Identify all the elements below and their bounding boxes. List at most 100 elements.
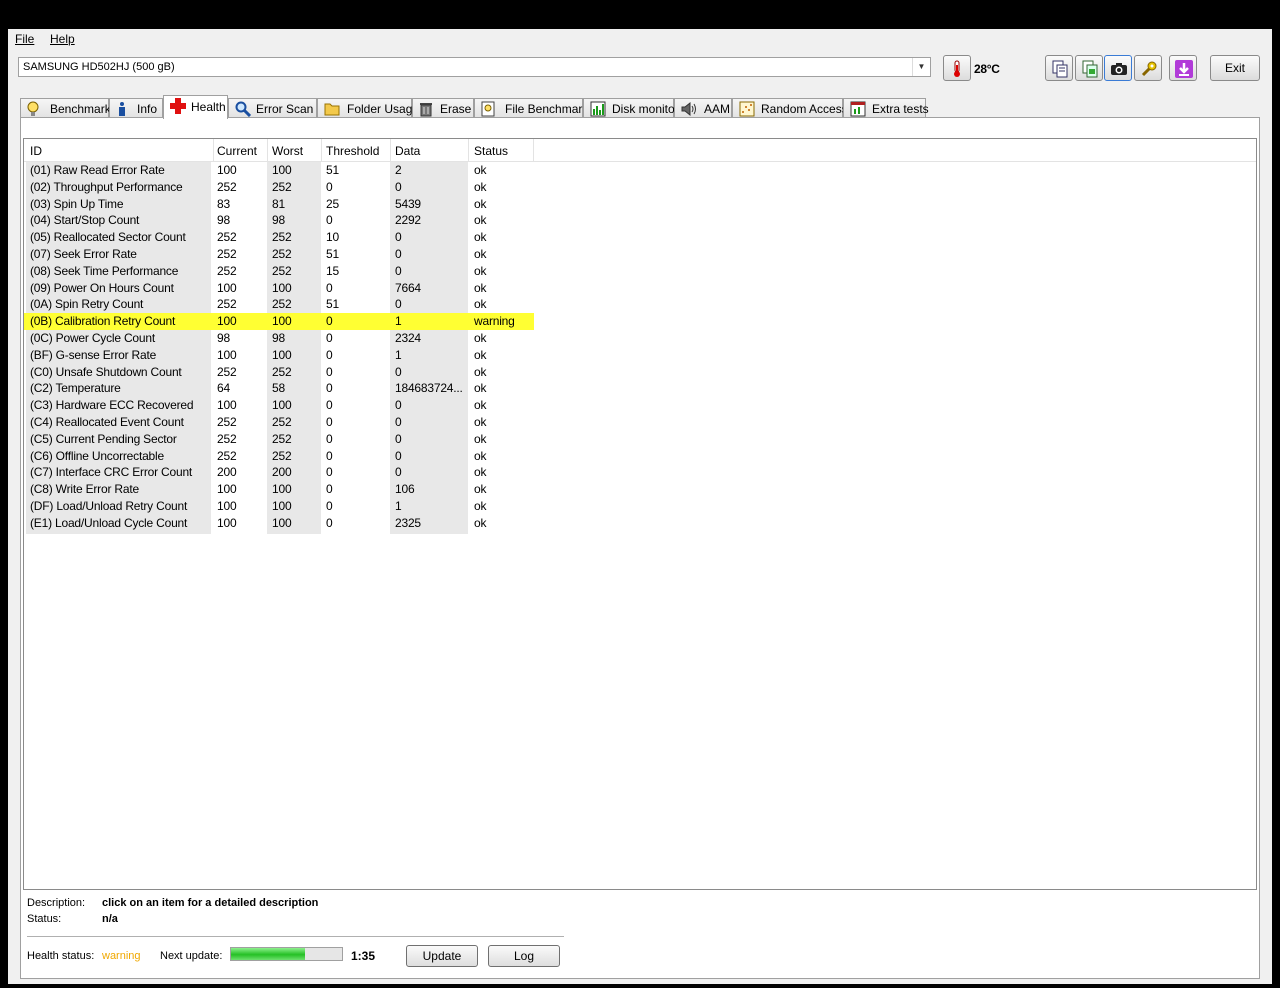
table-row[interactable]: (08) Seek Time Performance 252 252 15 0 ok [24, 263, 534, 280]
cell-current: 200 [217, 465, 237, 480]
table-row[interactable]: (BF) G-sense Error Rate 100 100 0 1 ok [24, 347, 534, 364]
copy-all-icon [1082, 60, 1098, 78]
temperature-readout: 28°C [974, 62, 1000, 76]
menu-file[interactable]: File [15, 32, 34, 46]
cell-threshold: 0 [326, 398, 333, 413]
trash-icon [420, 103, 432, 117]
cell-id: (E1) Load/Unload Cycle Count [30, 515, 188, 530]
column-header-threshold[interactable]: Threshold [326, 144, 379, 158]
table-row[interactable]: (0B) Calibration Retry Count 100 100 0 1 warn… [24, 313, 534, 330]
cell-current: 98 [217, 213, 230, 228]
lightbulb-icon [27, 101, 39, 116]
table-row[interactable]: (C4) Reallocated Event Count 252 252 0 0 ok [24, 414, 534, 431]
cell-status: ok [474, 515, 487, 530]
menu-help[interactable]: Help [50, 32, 75, 46]
cell-id: (C3) Hardware ECC Recovered [30, 398, 194, 413]
tab-benchmark[interactable]: Benchmark [20, 98, 111, 118]
cell-status: ok [474, 381, 487, 396]
info-icon [119, 102, 125, 116]
table-row[interactable]: (05) Reallocated Sector Count 252 252 10 0 ok [24, 229, 534, 246]
tab-folder-usage[interactable]: Folder Usage [317, 98, 419, 118]
table-row[interactable]: (DF) Load/Unload Retry Count 100 100 0 1 ok [24, 498, 534, 515]
options-button[interactable] [1134, 55, 1162, 81]
table-row[interactable]: (03) Spin Up Time 83 81 25 5439 ok [24, 196, 534, 213]
update-button[interactable]: Update [406, 945, 478, 967]
save-button[interactable] [1169, 55, 1197, 81]
table-row[interactable]: (C7) Interface CRC Error Count 200 200 0 0 ok [24, 464, 534, 481]
table-row[interactable]: (09) Power On Hours Count 100 100 0 7664 ok [24, 280, 534, 297]
app-window: File Help SAMSUNG HD502HJ (500 gB) ▼ 28°… [8, 29, 1272, 984]
copy-all-button[interactable] [1075, 55, 1103, 81]
tab-random-access[interactable]: Random Access [732, 98, 848, 118]
cell-current: 252 [217, 263, 237, 278]
table-row[interactable]: (0A) Spin Retry Count 252 252 51 0 ok [24, 296, 534, 313]
column-header-status[interactable]: Status [474, 144, 508, 158]
table-row[interactable]: (C6) Offline Uncorrectable 252 252 0 0 ok [24, 448, 534, 465]
tab-aam[interactable]: AAM [674, 98, 732, 118]
description-label: Description: [27, 897, 86, 909]
table-row[interactable]: (C0) Unsafe Shutdown Count 252 252 0 0 ok [24, 364, 534, 381]
folder-icon [324, 103, 340, 116]
tab-label: Error Scan [256, 102, 314, 116]
tab-erase[interactable]: Erase [412, 98, 474, 118]
exit-button[interactable]: Exit [1210, 55, 1260, 81]
cell-status: ok [474, 448, 487, 463]
magnifier-icon [235, 101, 251, 117]
column-header-worst[interactable]: Worst [272, 144, 303, 158]
column-separator [533, 139, 534, 161]
cell-worst: 100 [272, 314, 292, 329]
table-row[interactable]: (01) Raw Read Error Rate 100 100 51 2 ok [24, 162, 534, 179]
tab-disk-monitor[interactable]: Disk monitor [583, 98, 679, 118]
column-header-current[interactable]: Current [217, 144, 257, 158]
tab-extra-tests[interactable]: Extra tests [843, 98, 929, 118]
temperature-button[interactable] [943, 55, 971, 81]
cell-id: (03) Spin Up Time [30, 196, 124, 211]
cell-id: (04) Start/Stop Count [30, 213, 140, 228]
cell-data: 1 [395, 347, 402, 362]
cell-status: ok [474, 196, 487, 211]
drive-select-value: SAMSUNG HD502HJ (500 gB) [23, 61, 175, 73]
tab-label: Health [191, 100, 226, 114]
table-row[interactable]: (07) Seek Error Rate 252 252 51 0 ok [24, 246, 534, 263]
log-button[interactable]: Log [488, 945, 560, 967]
cell-id: (0C) Power Cycle Count [30, 330, 155, 345]
cell-status: ok [474, 246, 487, 261]
random-access-icon [739, 101, 755, 117]
tab-health[interactable]: Health [163, 95, 228, 119]
column-header-id[interactable]: ID [30, 144, 42, 158]
table-row[interactable]: (E1) Load/Unload Cycle Count 100 100 0 2325 o… [24, 515, 534, 532]
cell-data: 1 [395, 314, 402, 329]
cell-worst: 252 [272, 179, 292, 194]
cell-id: (0A) Spin Retry Count [30, 297, 144, 312]
tab-file-benchmark[interactable]: File Benchmark [474, 98, 588, 118]
table-row[interactable]: (04) Start/Stop Count 98 98 0 2292 ok [24, 212, 534, 229]
table-row[interactable]: (C8) Write Error Rate 100 100 0 106 ok [24, 481, 534, 498]
table-row[interactable]: (C2) Temperature 64 58 0 184683724... ok [24, 380, 534, 397]
screenshot-button[interactable] [1104, 55, 1132, 81]
chevron-down-icon[interactable]: ▼ [912, 58, 930, 76]
cell-worst: 252 [272, 297, 292, 312]
tab-info[interactable]: Info [109, 98, 163, 118]
table-row[interactable]: (0C) Power Cycle Count 98 98 0 2324 ok [24, 330, 534, 347]
tab-label: Disk monitor [612, 102, 679, 116]
menu-bar: File Help [8, 29, 1272, 49]
speaker-icon [681, 101, 696, 117]
cell-current: 100 [217, 347, 237, 362]
table-row[interactable]: (C5) Current Pending Sector 252 252 0 0 ok [24, 431, 534, 448]
drive-select[interactable]: SAMSUNG HD502HJ (500 gB) ▼ [18, 57, 931, 77]
cell-status: ok [474, 482, 487, 497]
cell-id: (BF) G-sense Error Rate [30, 347, 157, 362]
tab-error-scan[interactable]: Error Scan [228, 98, 317, 118]
tab-label: Benchmark [50, 102, 111, 116]
cell-worst: 252 [272, 364, 292, 379]
column-separator [267, 139, 268, 161]
column-header-data[interactable]: Data [395, 144, 420, 158]
tab-label: Random Access [761, 102, 848, 116]
table-row[interactable]: (C3) Hardware ECC Recovered 100 100 0 0 ok [24, 397, 534, 414]
table-row[interactable]: (02) Throughput Performance 252 252 0 0 ok [24, 179, 534, 196]
tab-label: AAM [704, 102, 731, 116]
smart-table[interactable]: ID Current Worst Threshold Data Status (… [23, 138, 1257, 890]
cell-data: 0 [395, 465, 402, 480]
copy-text-button[interactable] [1045, 55, 1073, 81]
cell-threshold: 0 [326, 213, 333, 228]
